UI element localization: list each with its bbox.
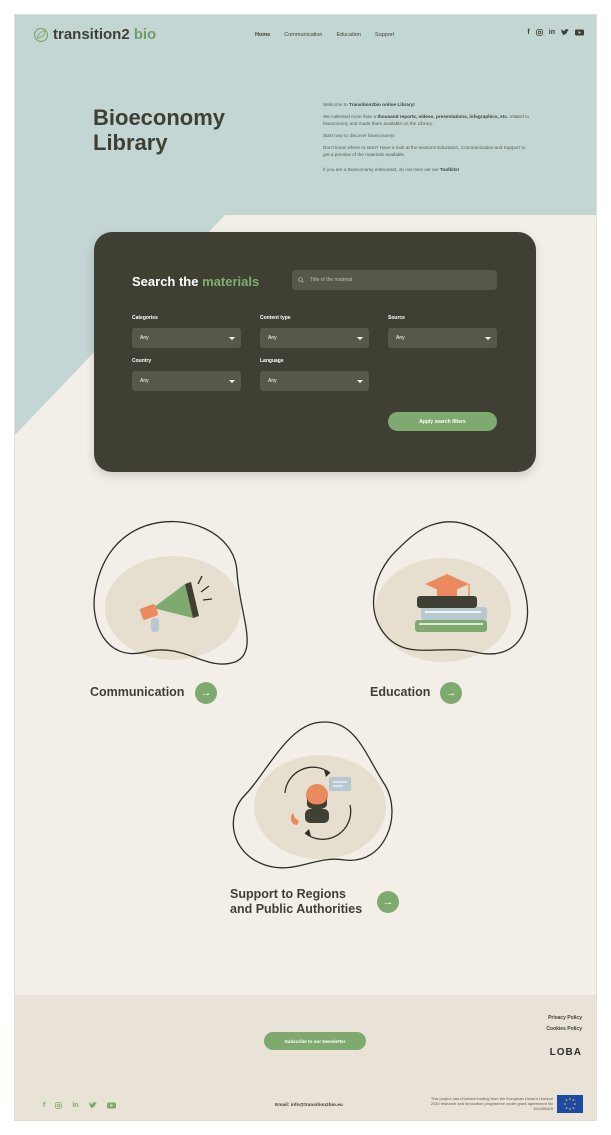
funding-notice: This project has received funding from t… <box>430 1096 553 1111</box>
nav-home[interactable]: Home <box>255 32 270 38</box>
instagram-icon[interactable] <box>55 1102 63 1109</box>
apply-filters-button[interactable]: Apply search filters <box>388 412 497 431</box>
education-arrow-button[interactable]: → <box>440 682 462 704</box>
intro-paragraph: Welcome to Transition2bio online Library… <box>323 102 415 107</box>
site-logo[interactable]: transition2 bio <box>33 26 156 43</box>
loba-logo[interactable]: LOBA <box>550 1047 582 1058</box>
communication-title[interactable]: Communication <box>90 685 184 700</box>
toolkits-link[interactable]: Toolkits! <box>440 167 459 172</box>
nav-education[interactable]: Education <box>337 32 361 38</box>
language-select[interactable]: Any <box>260 371 369 391</box>
chevron-down-icon <box>485 336 491 340</box>
intro-paragraph: We collected more than a thousand report… <box>323 114 529 126</box>
language-label: Language <box>260 358 284 364</box>
nav-links: Home Communication Education Support <box>255 32 394 38</box>
categories-select[interactable]: Any <box>132 328 241 348</box>
intro-paragraph: If you are a Bioeconomy enthusiast, do n… <box>323 167 460 172</box>
search-panel: Search the materials Categories Any Cont… <box>94 232 536 472</box>
nav-support[interactable]: Support <box>375 32 394 38</box>
nav-social-icons: f in <box>527 29 584 36</box>
footer-policy-links: Privacy Policy Cookies Policy <box>546 1013 582 1035</box>
eu-flag-icon <box>557 1095 583 1113</box>
page-title: Bioeconomy Library <box>93 105 226 155</box>
megaphone-illustration[interactable] <box>85 512 265 672</box>
source-select[interactable]: Any <box>388 328 497 348</box>
linkedin-icon[interactable]: in <box>72 1102 78 1109</box>
facebook-icon[interactable]: f <box>43 1102 45 1109</box>
top-nav: transition2 bio Home Communication Educat… <box>15 15 596 59</box>
hero-intro-text: Welcome to Transition2bio online Library… <box>323 101 533 178</box>
search-input[interactable] <box>310 277 490 283</box>
facebook-icon[interactable]: f <box>527 29 529 36</box>
education-title[interactable]: Education <box>370 685 430 700</box>
page: transition2 bio Home Communication Educat… <box>14 14 597 1121</box>
chevron-down-icon <box>229 336 235 340</box>
chevron-down-icon <box>357 336 363 340</box>
categories-label: Categories <box>132 315 158 321</box>
country-label: Country <box>132 358 152 364</box>
twitter-icon[interactable] <box>561 29 569 36</box>
content-type-select[interactable]: Any <box>260 328 369 348</box>
linkedin-icon[interactable]: in <box>549 29 555 36</box>
twitter-icon[interactable] <box>88 1102 97 1109</box>
support-illustration[interactable] <box>225 715 405 875</box>
contact-email[interactable]: Email: info@transition2bio.eu <box>275 1103 343 1108</box>
cookies-policy-link[interactable]: Cookies Policy <box>546 1024 582 1035</box>
privacy-policy-link[interactable]: Privacy Policy <box>546 1013 582 1024</box>
intro-paragraph: Start now to discover bioeconomy! <box>323 133 395 138</box>
youtube-icon[interactable] <box>575 29 584 36</box>
country-select[interactable]: Any <box>132 371 241 391</box>
logo-text-accent: bio <box>133 26 157 43</box>
search-icon <box>298 277 304 283</box>
support-title[interactable]: Support to Regions and Public Authoritie… <box>230 887 362 917</box>
support-arrow-button[interactable]: → <box>377 891 399 913</box>
chevron-down-icon <box>229 379 235 383</box>
source-label: Source <box>388 315 405 321</box>
instagram-icon[interactable] <box>535 29 543 36</box>
logo-leaf-icon <box>33 27 49 42</box>
footer: Subscribe to our Newsletter Privacy Poli… <box>15 995 596 1120</box>
communication-arrow-button[interactable]: → <box>195 682 217 704</box>
books-illustration[interactable] <box>365 512 545 672</box>
footer-social-icons: f in <box>43 1102 116 1109</box>
chevron-down-icon <box>357 379 363 383</box>
youtube-icon[interactable] <box>106 1102 116 1109</box>
logo-text: transition2 <box>53 26 130 43</box>
content-type-label: Content type <box>260 315 291 321</box>
newsletter-button[interactable]: Subscribe to our Newsletter <box>264 1032 366 1050</box>
nav-communication[interactable]: Communication <box>284 32 322 38</box>
search-field[interactable] <box>292 270 497 290</box>
intro-paragraph: Don't know where to start? Have a look a… <box>323 145 526 157</box>
search-title: Search the materials <box>132 274 260 289</box>
